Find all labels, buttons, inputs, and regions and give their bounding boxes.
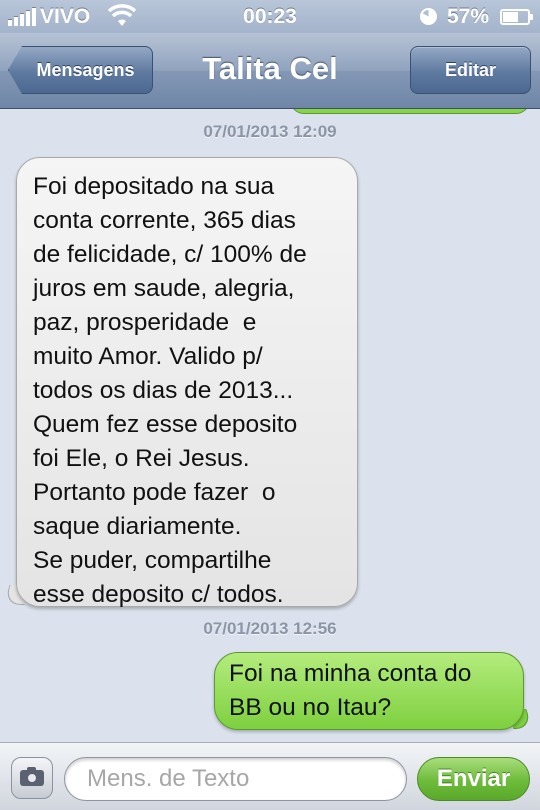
battery-icon xyxy=(500,9,533,25)
camera-button[interactable] xyxy=(11,757,53,799)
previous-outgoing-bubble xyxy=(290,109,530,114)
camera-lens-icon xyxy=(26,772,38,784)
battery-percent: 57% xyxy=(447,5,490,28)
send-button[interactable]: Enviar xyxy=(417,757,530,801)
battery-level xyxy=(503,12,518,22)
navigation-bar: Mensagens Talita Cel Editar xyxy=(0,33,540,109)
conversation-thread[interactable]: 07/01/2013 12:09 Foi depositado na sua c… xyxy=(0,109,540,742)
message-text-input[interactable] xyxy=(64,757,407,801)
compose-bar: Enviar xyxy=(0,742,540,810)
edit-button[interactable]: Editar xyxy=(410,46,531,94)
message-timestamp: 07/01/2013 12:09 xyxy=(203,122,337,141)
outgoing-message-bubble[interactable]: Foi na minha conta do BB ou no Itau? xyxy=(214,652,524,730)
rotation-lock-icon xyxy=(420,8,437,25)
incoming-message-bubble[interactable]: Foi depositado na sua conta corrente, 36… xyxy=(16,157,358,608)
message-timestamp: 07/01/2013 12:56 xyxy=(203,619,337,638)
status-bar: VIVO 00:23 57% xyxy=(0,0,540,33)
